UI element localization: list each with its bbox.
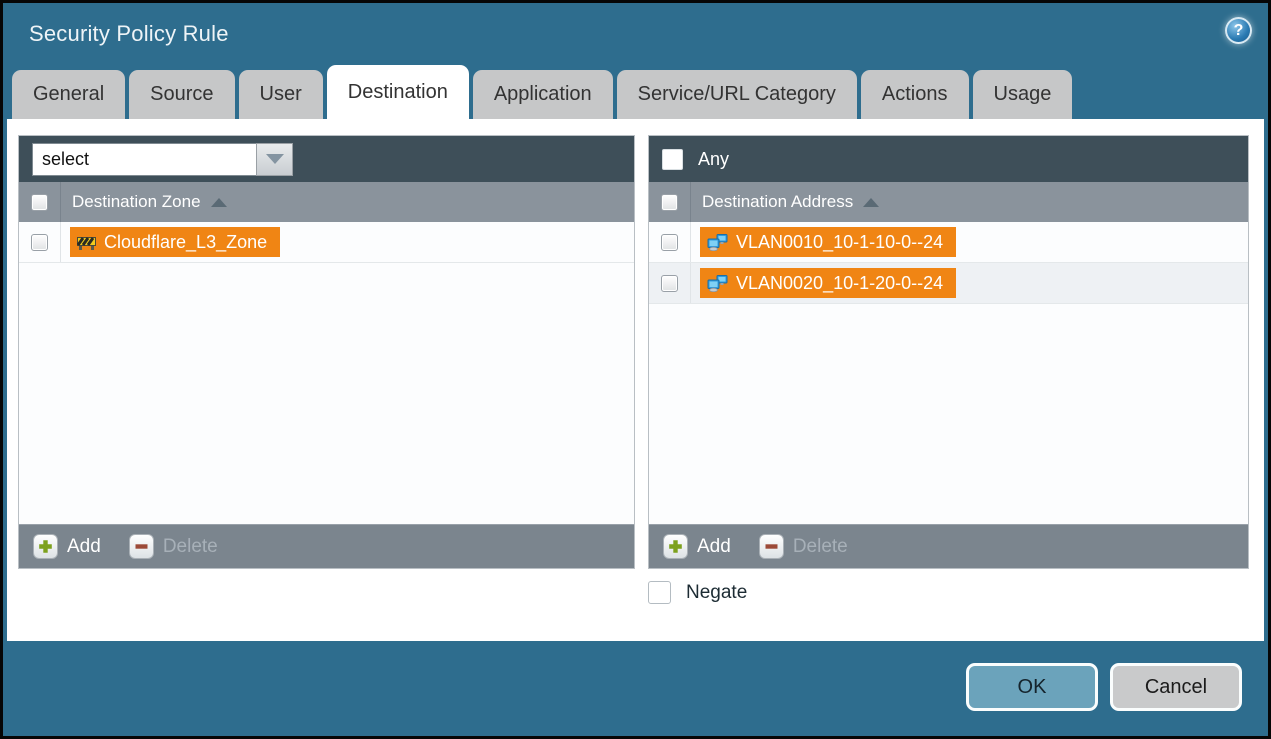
tab-source[interactable]: Source (129, 70, 234, 119)
chevron-down-icon (266, 154, 284, 164)
add-label: Add (697, 536, 731, 558)
address-icon (707, 234, 728, 251)
row-checkbox[interactable] (661, 234, 678, 251)
add-button[interactable]: Add (33, 534, 101, 559)
zone-panel-footer: Add Delete (19, 524, 634, 568)
negate-checkbox[interactable] (648, 581, 671, 604)
address-name: VLAN0010_10-1-10-0--24 (736, 232, 943, 253)
sort-asc-icon (211, 198, 227, 207)
tab-destination[interactable]: Destination (327, 65, 469, 119)
address-rows: VLAN0010_10-1-10-0--24 (649, 222, 1248, 524)
address-chip[interactable]: VLAN0010_10-1-10-0--24 (700, 227, 956, 257)
zone-filter-combobox (32, 143, 293, 176)
destination-zone-panel: Destination Zone (18, 135, 635, 569)
table-row[interactable]: VLAN0010_10-1-10-0--24 (649, 222, 1248, 263)
zone-column-header: Destination Zone (19, 182, 634, 222)
table-row[interactable]: VLAN0020_10-1-20-0--24 (649, 263, 1248, 304)
plus-icon (663, 534, 688, 559)
row-checkbox[interactable] (31, 234, 48, 251)
address-header-checkbox-cell (649, 182, 691, 222)
tab-general[interactable]: General (12, 70, 125, 119)
zone-filter-input[interactable] (32, 143, 256, 176)
dialog-footer: OK Cancel (3, 641, 1268, 736)
negate-label: Negate (686, 582, 747, 604)
address-name: VLAN0020_10-1-20-0--24 (736, 273, 943, 294)
dialog-titlebar: Security Policy Rule ? (3, 3, 1268, 65)
zone-panel-header (19, 136, 634, 182)
any-label: Any (698, 149, 729, 170)
tab-usage[interactable]: Usage (973, 70, 1073, 119)
address-chip[interactable]: VLAN0020_10-1-20-0--24 (700, 268, 956, 298)
zone-header-checkbox-cell (19, 182, 61, 222)
zone-column-label-wrap: Destination Zone (61, 192, 227, 212)
zone-filter-dropdown-button[interactable] (256, 143, 293, 176)
tab-application[interactable]: Application (473, 70, 613, 119)
any-checkbox[interactable] (662, 149, 683, 170)
plus-icon (33, 534, 58, 559)
minus-icon (129, 534, 154, 559)
help-icon[interactable]: ? (1225, 17, 1252, 44)
address-column-label-wrap: Destination Address (691, 192, 879, 212)
destination-tab-body: Destination Zone (7, 119, 1264, 641)
delete-button[interactable]: Delete (129, 534, 218, 559)
table-row[interactable]: Cloudflare_L3_Zone (19, 222, 634, 263)
zone-icon (77, 234, 96, 250)
select-all-addresses-checkbox[interactable] (661, 194, 678, 211)
negate-row: Negate (648, 581, 747, 604)
sort-asc-icon (863, 198, 879, 207)
cancel-button[interactable]: Cancel (1110, 663, 1242, 711)
address-panel-footer: Add Delete (649, 524, 1248, 568)
security-policy-rule-dialog: Security Policy Rule ? General Source Us… (0, 0, 1271, 739)
address-column-label[interactable]: Destination Address (702, 192, 853, 212)
row-checkbox-cell (19, 222, 61, 262)
row-checkbox-cell (649, 263, 691, 303)
address-icon (707, 275, 728, 292)
row-checkbox[interactable] (661, 275, 678, 292)
row-checkbox-cell (649, 222, 691, 262)
tab-bar: General Source User Destination Applicat… (3, 65, 1268, 119)
tab-service-url-category[interactable]: Service/URL Category (617, 70, 857, 119)
delete-label: Delete (793, 536, 848, 558)
minus-icon (759, 534, 784, 559)
delete-label: Delete (163, 536, 218, 558)
zone-name: Cloudflare_L3_Zone (104, 232, 267, 253)
dialog-title: Security Policy Rule (29, 21, 229, 47)
zone-chip[interactable]: Cloudflare_L3_Zone (70, 227, 280, 257)
zone-column-label[interactable]: Destination Zone (72, 192, 201, 212)
delete-button[interactable]: Delete (759, 534, 848, 559)
zone-rows: Cloudflare_L3_Zone (19, 222, 634, 524)
tab-actions[interactable]: Actions (861, 70, 969, 119)
select-all-zones-checkbox[interactable] (31, 194, 48, 211)
address-panel-header: Any (649, 136, 1248, 182)
tab-user[interactable]: User (239, 70, 323, 119)
destination-address-panel: Any Destination Address (648, 135, 1249, 569)
address-column-header: Destination Address (649, 182, 1248, 222)
add-label: Add (67, 536, 101, 558)
ok-button[interactable]: OK (966, 663, 1098, 711)
add-button[interactable]: Add (663, 534, 731, 559)
